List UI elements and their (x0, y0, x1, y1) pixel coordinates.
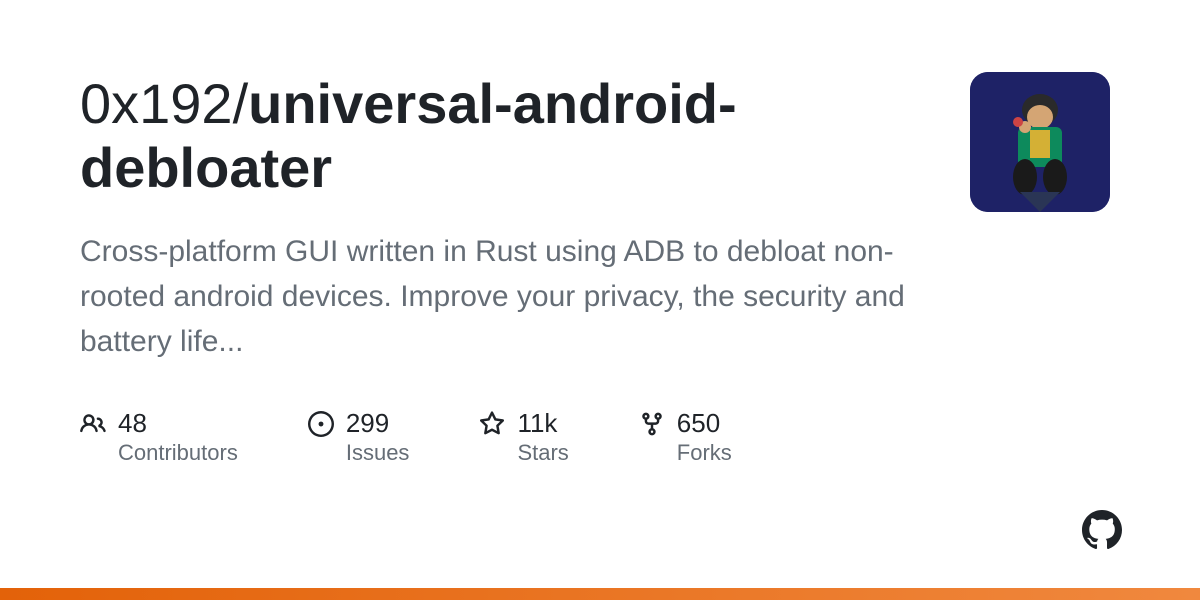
issues-count: 299 (346, 408, 410, 439)
repo-title[interactable]: 0x192/universal-android-debloater (80, 72, 930, 201)
github-logo-icon[interactable] (1082, 510, 1122, 550)
stat-forks[interactable]: 650 Forks (639, 408, 732, 468)
people-icon (80, 411, 106, 437)
stat-issues[interactable]: 299 Issues (308, 408, 410, 468)
issues-label: Issues (346, 439, 410, 468)
star-icon (479, 411, 505, 437)
forks-label: Forks (677, 439, 732, 468)
avatar-image (970, 72, 1110, 212)
language-bar (0, 588, 1200, 600)
contributors-count: 48 (118, 408, 238, 439)
stars-count: 11k (517, 408, 568, 439)
stars-label: Stars (517, 439, 568, 468)
forks-count: 650 (677, 408, 732, 439)
stat-stars[interactable]: 11k Stars (479, 408, 568, 468)
issue-icon (308, 411, 334, 437)
repo-owner: 0x192 (80, 72, 233, 135)
repo-stats: 48 Contributors 299 Issues (80, 408, 930, 468)
repo-avatar[interactable] (970, 72, 1110, 212)
stat-contributors[interactable]: 48 Contributors (80, 408, 238, 468)
fork-icon (639, 411, 665, 437)
repo-description: Cross-platform GUI written in Rust using… (80, 229, 930, 364)
contributors-label: Contributors (118, 439, 238, 468)
